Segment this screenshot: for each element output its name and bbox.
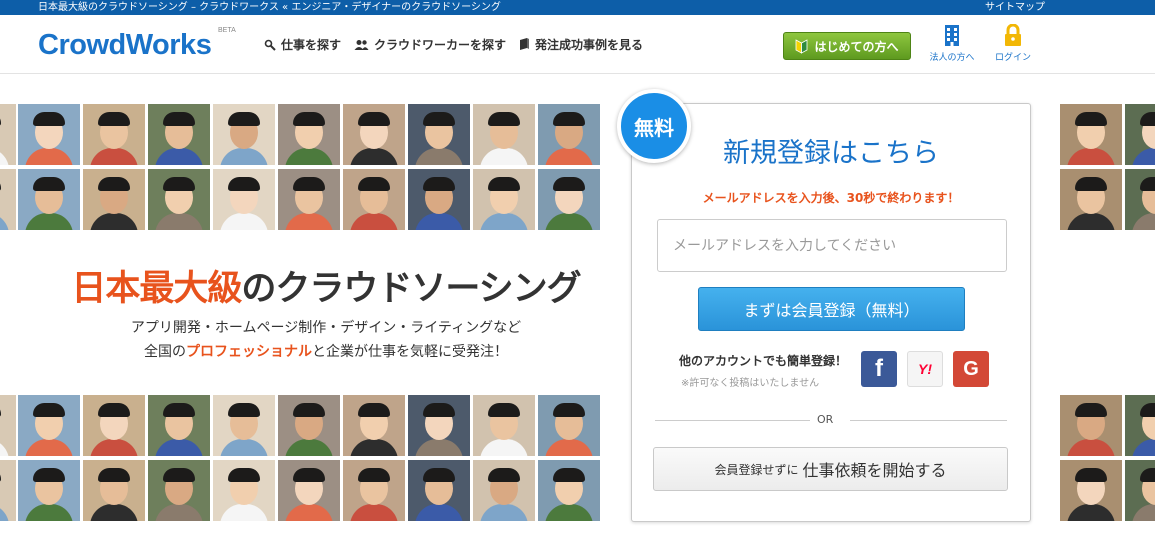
or-divider-left [655, 420, 810, 421]
worker-photo [278, 104, 340, 165]
worker-photo [148, 395, 210, 456]
google-login-button[interactable]: G [953, 351, 989, 387]
worker-photo [83, 169, 145, 230]
sub2-prefix: 全国の [144, 344, 186, 360]
social-signup-note: ※許可なく投稿はいたしません [681, 378, 820, 389]
worker-photo [213, 395, 275, 456]
headline-rest: のクラウドソーシング [241, 269, 581, 309]
corporate-label: 法人の方へ [929, 53, 975, 63]
login-label: ログイン [994, 53, 1031, 63]
beginner-mark-icon [796, 38, 808, 54]
book-icon [520, 38, 529, 50]
getting-started-button[interactable]: はじめての方へ [783, 32, 911, 60]
worker-photo [148, 460, 210, 521]
corporate-link[interactable]: 法人の方へ [922, 24, 982, 63]
sitemap-link[interactable]: サイトマップ [985, 0, 1045, 15]
worker-photo [148, 169, 210, 230]
worker-photo [18, 460, 80, 521]
worker-photo [343, 395, 405, 456]
login-link[interactable]: ログイン [983, 24, 1043, 63]
worker-photo [83, 395, 145, 456]
worker-photo [1125, 169, 1155, 230]
worker-photo [408, 169, 470, 230]
worker-photo [473, 169, 535, 230]
worker-photo [538, 395, 600, 456]
top-bar: 日本最大級のクラウドソーシング – クラウドワークス « エンジニア・デザイナー… [0, 0, 1155, 15]
worker-photo [473, 395, 535, 456]
site-header: CrowdWorks BETA 仕事を探す クラウドワーカーを探す 発注成功事例… [0, 15, 1155, 74]
worker-photo [18, 104, 80, 165]
worker-photo [148, 104, 210, 165]
sub2-professional: プロフェッショナル [186, 344, 312, 360]
site-tagline: 日本最大級のクラウドソーシング – クラウドワークス « エンジニア・デザイナー… [38, 2, 501, 13]
worker-photo [408, 104, 470, 165]
or-divider-text: OR [817, 413, 834, 426]
worker-photo [1125, 104, 1155, 165]
yahoo-login-button[interactable]: Y! [907, 351, 943, 387]
email-field[interactable] [657, 219, 1007, 272]
signup-note: メールアドレスを入力後、30秒で終わります！ [702, 191, 960, 205]
worker-photo [473, 104, 535, 165]
nav-success-cases[interactable]: 発注成功事例を見る [519, 36, 643, 53]
sub2-suffix: と企業が仕事を気軽に受発注！ [312, 344, 508, 360]
facebook-icon: f [875, 355, 883, 382]
nav-find-jobs[interactable]: 仕事を探す [264, 36, 341, 53]
worker-photo [538, 169, 600, 230]
worker-photo [408, 395, 470, 456]
worker-photo [473, 460, 535, 521]
worker-photo [278, 460, 340, 521]
social-signup-text: 他のアカウントでも簡単登録！ [679, 354, 848, 368]
worker-photo [18, 395, 80, 456]
worker-photo [213, 104, 275, 165]
getting-started-label: はじめての方へ [814, 39, 899, 54]
worker-photo [0, 169, 16, 230]
yahoo-icon: Y! [918, 361, 932, 377]
nav-success-cases-label: 発注成功事例を見る [535, 38, 644, 52]
worker-photo [538, 104, 600, 165]
worker-photo [1125, 395, 1155, 456]
worker-photo [83, 460, 145, 521]
worker-photo [1060, 395, 1122, 456]
worker-photo [83, 104, 145, 165]
facebook-login-button[interactable]: f [861, 351, 897, 387]
worker-photo [1060, 169, 1122, 230]
hero-subtext-1: アプリ開発・ホームページ制作・デザイン・ライティングなど [130, 320, 522, 336]
nav-find-jobs-label: 仕事を探す [281, 38, 342, 52]
worker-photo [278, 169, 340, 230]
worker-photo [1060, 460, 1122, 521]
headline-highlight: 日本最大級 [71, 269, 242, 309]
post-job-big-label: 仕事依頼を開始する [802, 461, 947, 480]
worker-photo [1125, 460, 1155, 521]
lock-icon [1005, 24, 1021, 46]
worker-photo [1060, 104, 1122, 165]
nav-find-workers[interactable]: クラウドワーカーを探す [354, 36, 506, 53]
crowdworks-logo[interactable]: CrowdWorks [38, 29, 212, 62]
post-job-button[interactable]: 会員登録せずに 仕事依頼を開始する [653, 447, 1008, 491]
worker-photo [343, 104, 405, 165]
worker-photo [343, 460, 405, 521]
hero-subtext-2: 全国のプロフェッショナルと企業が仕事を気軽に受発注！ [0, 341, 652, 361]
building-icon [945, 25, 959, 46]
worker-photo [213, 169, 275, 230]
worker-photo [538, 460, 600, 521]
worker-photo [408, 460, 470, 521]
google-icon: G [963, 357, 979, 380]
search-icon [264, 39, 276, 51]
register-button[interactable]: まずは会員登録（無料） [698, 287, 965, 331]
people-icon [354, 39, 369, 50]
signup-title: 新規登録はこちら [723, 138, 939, 169]
worker-photo [278, 395, 340, 456]
nav-find-workers-label: クラウドワーカーを探す [374, 38, 507, 52]
worker-photo [343, 169, 405, 230]
beta-label: BETA [218, 27, 236, 34]
worker-photo [0, 460, 16, 521]
worker-photo [18, 169, 80, 230]
worker-photo [213, 460, 275, 521]
or-divider-right [850, 420, 1007, 421]
hero-headline: 日本最大級のクラウドソーシング [0, 260, 652, 311]
worker-photo [0, 104, 16, 165]
post-job-small-label: 会員登録せずに [714, 462, 799, 477]
worker-photo [0, 395, 16, 456]
